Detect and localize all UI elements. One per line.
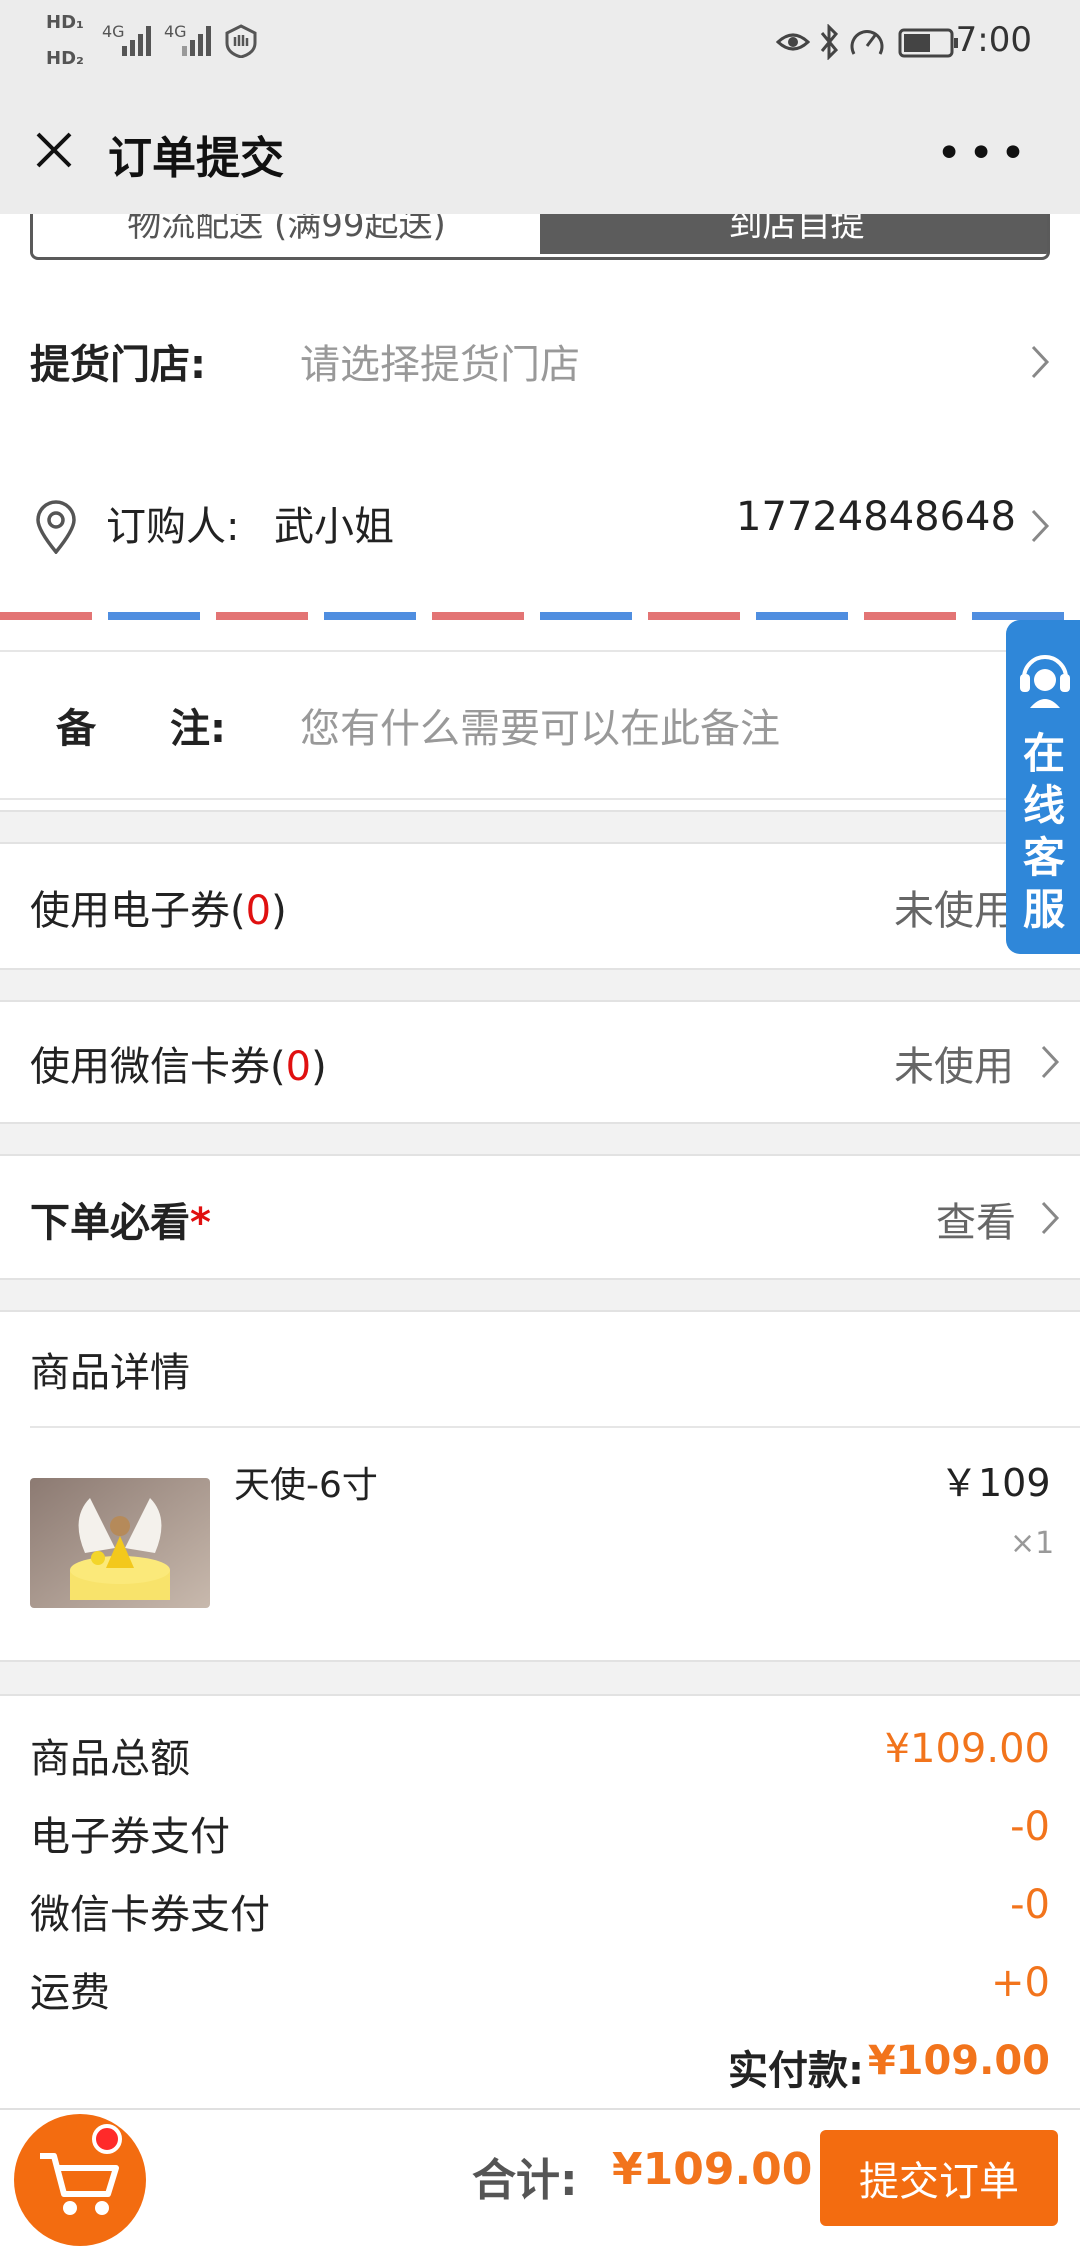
section-gap <box>0 1122 1080 1156</box>
cart-button[interactable] <box>14 2114 146 2246</box>
divider <box>30 1426 1080 1428</box>
summary-value-shipping: +0 <box>991 1960 1050 2006</box>
remark-label-a: 备 <box>56 706 96 752</box>
signal-2-icon <box>182 26 211 56</box>
status-bar: HD₁ HD₂ 4G 4G 7:00 <box>0 0 1080 86</box>
wxcard-paren-close: ) <box>311 1044 327 1090</box>
section-gap <box>0 1660 1080 1696</box>
paid-value: ¥109.00 <box>867 2038 1050 2084</box>
more-menu-icon[interactable]: ••• <box>936 128 1032 179</box>
delivery-method-toggle: 物流配送 (满99起送) 到店自提 <box>30 214 1050 260</box>
product-quantity: ×1 <box>1010 1526 1055 1561</box>
required-star: * <box>190 1200 211 1246</box>
airmail-divider <box>0 612 1080 620</box>
buyer-row[interactable]: 订购人: 武小姐 17724848648 <box>0 470 1080 570</box>
speedometer-icon <box>850 30 884 55</box>
page-title: 订单提交 <box>108 133 284 184</box>
chevron-right-icon <box>1031 509 1050 543</box>
summary-label-ecoupon: 电子券支付 <box>30 1814 230 1860</box>
pickup-store-placeholder: 请选择提货门店 <box>300 342 580 388</box>
must-read-row[interactable]: 下单必看* 查看 <box>0 1156 1080 1278</box>
bluetooth-icon <box>820 24 839 60</box>
wxcard-count: 0 <box>285 1044 312 1090</box>
pickup-store-row[interactable]: 提货门店: 请选择提货门店 <box>0 300 1080 420</box>
chevron-right-icon <box>1031 345 1050 379</box>
summary-value-wxcard: -0 <box>1010 1882 1050 1928</box>
summary-label-shipping: 运费 <box>30 1970 110 2016</box>
total-label: 合计: <box>472 2155 578 2206</box>
buyer-phone: 17724848648 <box>736 494 1016 540</box>
delivery-option-pickup[interactable]: 到店自提 <box>540 214 1047 254</box>
summary-value-ecoupon: -0 <box>1010 1804 1050 1850</box>
product-name: 天使-6寸 <box>234 1465 378 1506</box>
ecoupon-paren-close: ) <box>271 888 287 934</box>
shopping-cart-icon <box>40 2153 119 2215</box>
online-customer-service-button[interactable]: 在线客服 <box>1006 620 1080 954</box>
must-read-label: 下单必看* <box>30 1190 211 1248</box>
wechat-card-row[interactable]: 使用微信卡券(0) 未使用 <box>0 1002 1080 1122</box>
total-value: ¥109.00 <box>612 2144 813 2195</box>
summary-value-subtotal: ¥109.00 <box>884 1726 1050 1772</box>
cart-badge <box>92 2124 122 2154</box>
ecoupon-label: 使用电子券(0) <box>30 878 287 936</box>
signal-1-icon <box>122 26 151 56</box>
sim1-hd-icon: HD₁ <box>46 12 84 33</box>
price-summary: 商品总额 ¥109.00 电子券支付 -0 微信卡券支付 -0 运费 +0 实付… <box>0 1696 1080 2108</box>
section-gap <box>0 1278 1080 1312</box>
section-gap <box>0 810 1080 844</box>
pickup-store-label: 提货门店: <box>30 342 206 388</box>
summary-label-wxcard: 微信卡券支付 <box>30 1892 270 1938</box>
must-read-text: 下单必看 <box>30 1200 190 1246</box>
cake-image <box>30 1478 210 1608</box>
wxcard-paren-open: ( <box>270 1044 286 1090</box>
product-section-title: 商品详情 <box>30 1350 190 1396</box>
delivery-option-logistics[interactable]: 物流配送 (满99起送) <box>33 214 540 254</box>
wxcard-label-text: 使用微信卡券 <box>30 1044 270 1090</box>
eye-icon <box>776 33 810 51</box>
ecoupon-row[interactable]: 使用电子券(0) 未使用 <box>0 844 1080 968</box>
must-read-action: 查看 <box>936 1200 1016 1246</box>
remark-input[interactable]: 您有什么需要可以在此备注 <box>300 696 780 754</box>
buyer-label: 订购人: <box>106 504 240 550</box>
headset-icon <box>1020 655 1070 708</box>
submit-order-button[interactable]: 提交订单 <box>820 2130 1058 2226</box>
nav-header: 订单提交 ••• <box>0 86 1080 214</box>
wxcard-status: 未使用 <box>894 1044 1014 1090</box>
remark-row: 备 注: 您有什么需要可以在此备注 <box>0 650 1080 800</box>
ecoupon-count: 0 <box>245 888 272 934</box>
close-icon[interactable] <box>34 130 74 170</box>
customer-service-label: 在线客服 <box>1022 729 1065 934</box>
summary-label-subtotal: 商品总额 <box>30 1736 190 1782</box>
remark-label-b: 注: <box>170 706 226 752</box>
ecoupon-label-text: 使用电子券 <box>30 888 230 934</box>
buyer-name: 武小姐 <box>274 504 394 550</box>
shield-hand-icon <box>225 24 257 58</box>
paid-label: 实付款: <box>728 2048 864 2094</box>
section-gap <box>0 968 1080 1002</box>
ecoupon-status: 未使用 <box>894 888 1014 934</box>
location-pin-icon <box>36 500 76 554</box>
chevron-right-icon <box>1041 1045 1060 1079</box>
product-thumbnail[interactable] <box>30 1478 210 1608</box>
ecoupon-paren-open: ( <box>230 888 246 934</box>
product-price: ￥109 <box>940 1461 1051 1505</box>
battery-icon <box>898 28 958 58</box>
clock: 7:00 <box>955 20 1032 60</box>
sim2-hd-icon: HD₂ <box>46 48 84 69</box>
chevron-right-icon <box>1041 1201 1060 1235</box>
wxcard-label: 使用微信卡券(0) <box>30 1034 327 1092</box>
